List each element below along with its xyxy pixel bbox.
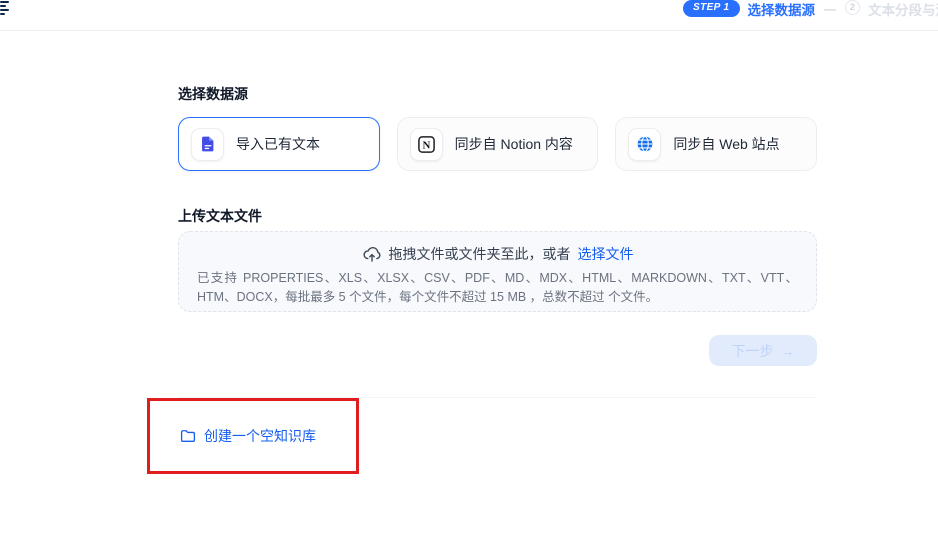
datasource-section-title: 选择数据源 [178, 86, 248, 102]
datasource-options: 导入已有文本 N 同步自 Notion 内容 同步自 Web 站点 [178, 117, 817, 171]
step-indicator: STEP 1 选择数据源 — 2 文本分段与清洗 [683, 0, 938, 17]
notion-icon: N [410, 128, 443, 161]
step-1-label: 选择数据源 [748, 0, 816, 19]
dropzone-text: 拖拽文件或文件夹至此，或者 [389, 244, 571, 264]
supported-file-types-hint: 已支持 PROPERTIES、XLS、XLSX、CSV、PDF、MD、MDX、H… [197, 269, 798, 307]
datasource-option-web[interactable]: 同步自 Web 站点 [615, 117, 817, 171]
svg-text:N: N [422, 139, 430, 151]
datasource-option-notion[interactable]: N 同步自 Notion 内容 [397, 117, 599, 171]
menu-icon[interactable] [0, 1, 9, 15]
datasource-option-label: 同步自 Notion 内容 [455, 134, 573, 154]
create-knowledge-base-page: STEP 1 选择数据源 — 2 文本分段与清洗 选择数据源 导入已有文本 [0, 0, 938, 541]
step-2-number: 2 [845, 0, 860, 15]
folder-icon [180, 428, 196, 444]
file-text-icon [191, 128, 224, 161]
step-separator: — [824, 2, 836, 16]
browse-files-link[interactable]: 选择文件 [578, 244, 634, 264]
arrow-right-icon: → [781, 343, 795, 359]
step-1-badge: STEP 1 [683, 0, 740, 17]
datasource-option-label: 同步自 Web 站点 [673, 134, 779, 154]
footer-divider [178, 397, 817, 398]
create-empty-kb-label: 创建一个空知识库 [204, 426, 316, 446]
step-2-label: 文本分段与清洗 [868, 0, 938, 19]
upload-cloud-icon [362, 244, 382, 264]
datasource-option-import-text[interactable]: 导入已有文本 [178, 117, 380, 171]
step-2: 2 文本分段与清洗 [845, 0, 938, 19]
file-dropzone[interactable]: 拖拽文件或文件夹至此，或者 选择文件 已支持 PROPERTIES、XLS、XL… [178, 231, 817, 312]
dropzone-instruction: 拖拽文件或文件夹至此，或者 选择文件 [179, 244, 816, 264]
next-step-label: 下一步 [732, 341, 774, 361]
datasource-option-label: 导入已有文本 [236, 134, 320, 154]
step-1[interactable]: STEP 1 选择数据源 [683, 0, 815, 19]
upload-section-title: 上传文本文件 [178, 208, 262, 224]
create-empty-kb-link[interactable]: 创建一个空知识库 [180, 426, 316, 446]
globe-icon [628, 128, 661, 161]
top-header: STEP 1 选择数据源 — 2 文本分段与清洗 [0, 0, 938, 31]
next-step-button[interactable]: 下一步 → [709, 335, 817, 366]
